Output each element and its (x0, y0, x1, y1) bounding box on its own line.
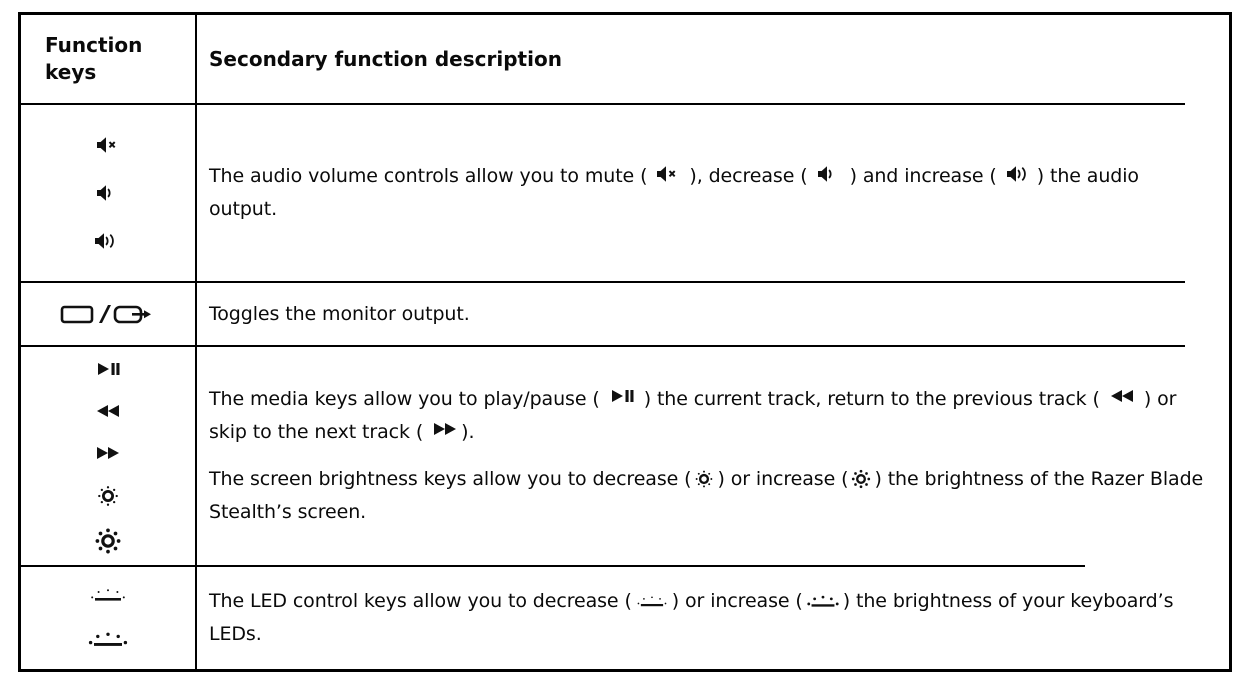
monitor-toggle-icon (60, 302, 156, 326)
description-cell-media-and-brightness: The media keys allow you to play/pause (… (195, 347, 1229, 565)
document-page: Function keys Secondary function descrip… (0, 0, 1250, 686)
audio-description-paragraph: The audio volume controls allow you to m… (209, 160, 1211, 226)
audio-text-c: ) and increase ( (849, 165, 997, 187)
media-key-play-pause (94, 348, 122, 390)
led-brightness-down-icon (87, 584, 129, 606)
audio-key-volume-down (95, 169, 121, 217)
keys-cell-led-control (21, 567, 195, 669)
brightness-down-icon (95, 483, 121, 509)
brightness-up-icon-inline (850, 468, 872, 490)
description-cell-audio-volume: The audio volume controls allow you to m… (195, 105, 1229, 281)
media-key-stack (93, 348, 123, 564)
keys-cell-monitor-output (21, 283, 195, 345)
led-key-stack (86, 573, 130, 663)
media-key-previous-track (94, 390, 122, 432)
keys-cell-audio-volume (21, 105, 195, 281)
rewind-icon (94, 403, 122, 419)
volume-mute-icon (95, 135, 121, 155)
led-description-paragraph: The LED control keys allow you to decrea… (209, 585, 1211, 651)
header-function-keys-line1: Function (45, 33, 143, 57)
media-key-brightness-up (93, 518, 123, 564)
brightness-up-icon (93, 526, 123, 556)
fast-forward-icon-inline (431, 421, 459, 437)
volume-high-icon-inline (1005, 164, 1035, 184)
audio-key-mute (95, 121, 121, 169)
led-key-brightness-up (86, 617, 130, 663)
keys-cell-media-and-brightness (21, 347, 195, 565)
led-brightness-up-icon-inline (805, 592, 841, 612)
header-cell-function-keys: Function keys (21, 15, 195, 103)
audio-key-volume-up (93, 217, 123, 265)
led-brightness-up-icon (86, 628, 130, 652)
fast-forward-icon (94, 445, 122, 461)
rewind-icon-inline (1108, 388, 1136, 404)
led-brightness-down-icon-inline (634, 592, 670, 612)
volume-mute-icon-inline (655, 164, 681, 184)
monitor-description-paragraph: Toggles the monitor output. (209, 302, 470, 325)
audio-key-stack (93, 121, 123, 265)
volume-low-icon-inline (816, 164, 842, 184)
audio-text-b: ), decrease ( (689, 165, 808, 187)
header-description-label: Secondary function description (209, 46, 562, 71)
brightness-description-paragraph: The screen brightness keys allow you to … (209, 463, 1211, 529)
table-header-row: Function keys Secondary function descrip… (21, 15, 1229, 103)
media-description-paragraph: The media keys allow you to play/pause (… (209, 383, 1211, 449)
header-cell-description: Secondary function description (195, 15, 1229, 103)
led-text-a: The LED control keys allow you to decrea… (209, 590, 632, 612)
volume-low-icon (95, 183, 121, 203)
description-cell-led-control: The LED control keys allow you to decrea… (195, 567, 1229, 669)
table-row-monitor-output: Toggles the monitor output. (21, 283, 1229, 345)
play-pause-icon-inline (608, 388, 636, 404)
play-pause-icon (94, 361, 122, 377)
audio-text-a: The audio volume controls allow you to m… (209, 165, 648, 187)
led-key-brightness-down (87, 573, 129, 617)
brightness-text-b: ) or increase ( (717, 468, 849, 490)
media-text-d: ). (461, 421, 475, 443)
brightness-text-a: The screen brightness keys allow you to … (209, 468, 692, 490)
media-text-b: ) the current track, return to the previ… (643, 388, 1100, 410)
table-row-led-control: The LED control keys allow you to decrea… (21, 567, 1229, 669)
brightness-down-icon-inline (693, 468, 715, 490)
led-text-b: ) or increase ( (671, 590, 803, 612)
function-keys-table: Function keys Secondary function descrip… (18, 12, 1232, 672)
media-key-brightness-down (95, 474, 121, 518)
description-cell-monitor-output: Toggles the monitor output. (195, 283, 1229, 345)
header-function-keys-line2: keys (45, 60, 97, 84)
media-key-next-track (94, 432, 122, 474)
table-row-audio-volume: The audio volume controls allow you to m… (21, 105, 1229, 281)
media-text-a: The media keys allow you to play/pause ( (209, 388, 600, 410)
volume-high-icon (93, 231, 123, 251)
table-row-media-and-brightness: The media keys allow you to play/pause (… (21, 347, 1229, 565)
